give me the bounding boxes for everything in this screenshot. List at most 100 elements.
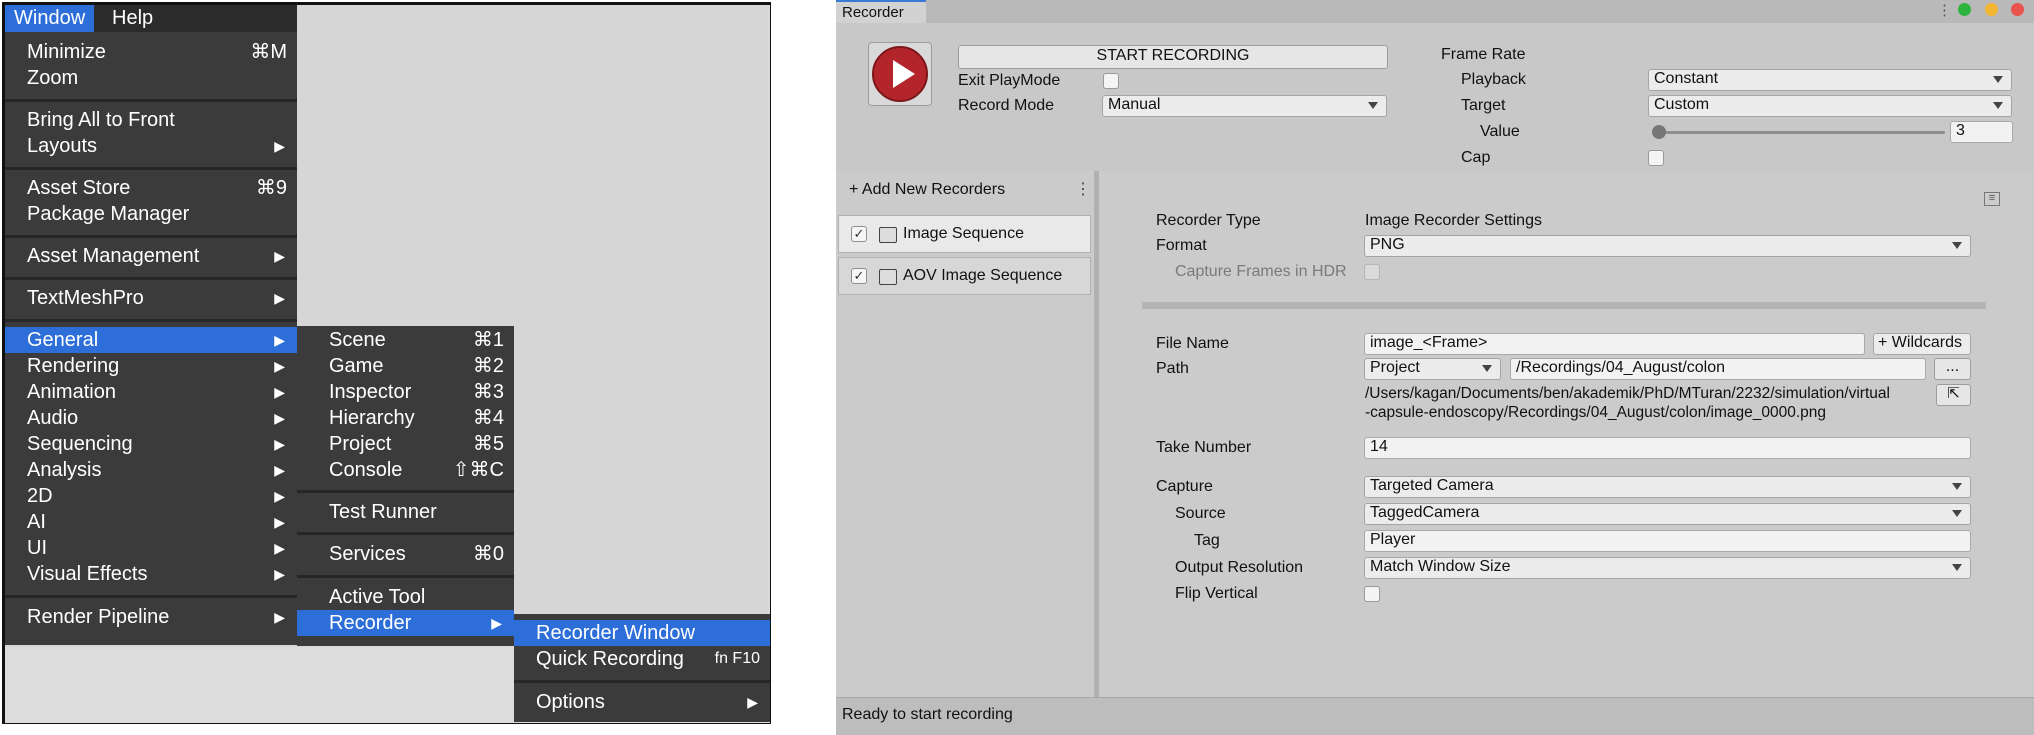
shortcut-label: ⌘5 (472, 433, 504, 455)
play-icon (872, 46, 928, 102)
menu-item-services[interactable]: Services ⌘0 (297, 541, 514, 567)
open-folder-icon[interactable]: ⇱ (1936, 384, 1971, 406)
tab-recorder[interactable]: Recorder (836, 0, 926, 23)
path-root-dropdown[interactable]: Project (1364, 358, 1501, 380)
output-resolution-label: Output Resolution (1175, 559, 1304, 576)
capture-dropdown[interactable]: Targeted Camera (1364, 476, 1971, 498)
format-label: Format (1156, 237, 1207, 254)
chevron-down-icon (1482, 365, 1492, 372)
minimize-icon[interactable] (1985, 3, 1998, 16)
value-slider-handle[interactable] (1652, 125, 1666, 139)
value-label: Value (1480, 123, 1520, 140)
menu-item-audio[interactable]: Audio ▶ (5, 405, 297, 431)
capture-hdr-checkbox[interactable] (1364, 264, 1380, 280)
menu-item-game[interactable]: Game ⌘2 (297, 353, 514, 379)
cap-label: Cap (1461, 149, 1491, 166)
menu-window[interactable]: Window (5, 5, 95, 32)
menu-item-textmeshpro[interactable]: TextMeshPro ▶ (5, 285, 297, 311)
path-input[interactable]: /Recordings/04_August/colon (1510, 358, 1926, 380)
recorder-enable-checkbox[interactable]: ✓ (851, 226, 867, 242)
tag-label: Tag (1194, 532, 1220, 549)
menu-item-2d[interactable]: 2D ▶ (5, 483, 297, 509)
record-mode-dropdown[interactable]: Manual (1102, 95, 1387, 117)
menu-item-sequencing[interactable]: Sequencing ▶ (5, 431, 297, 457)
submenu-arrow-icon: ▶ (274, 248, 285, 264)
wildcards-dropdown[interactable]: + Wildcards (1873, 333, 1971, 355)
full-path-line-1: /Users/kagan/Documents/ben/akademik/PhD/… (1365, 385, 1890, 402)
menu-item-render-pipeline[interactable]: Render Pipeline ▶ (5, 604, 297, 630)
target-dropdown[interactable]: Custom (1648, 95, 2012, 117)
target-label: Target (1461, 97, 1506, 114)
recorder-item-aov-image-sequence[interactable]: ✓ AOV Image Sequence (838, 257, 1091, 295)
value-number-field[interactable]: 3 (1950, 121, 2013, 143)
flip-vertical-checkbox[interactable] (1364, 586, 1380, 602)
menu-item-recorder-window[interactable]: Recorder Window (514, 620, 770, 646)
close-icon[interactable] (2011, 3, 2024, 16)
menu-item-zoom[interactable]: Zoom (5, 65, 297, 91)
menu-item-analysis[interactable]: Analysis ▶ (5, 457, 297, 483)
menu-item-asset-management[interactable]: Asset Management ▶ (5, 243, 297, 269)
shortcut-label: fn F10 (714, 650, 760, 667)
submenu-arrow-icon: ▶ (274, 566, 285, 582)
menu-item-hierarchy[interactable]: Hierarchy ⌘4 (297, 405, 514, 431)
recorders-options-icon[interactable]: ⋮ (1075, 180, 1091, 200)
shortcut-label: ⌘9 (255, 177, 287, 199)
settings-preset-icon[interactable]: ≡ (1984, 192, 2000, 206)
chevron-down-icon (1952, 510, 1962, 517)
format-dropdown[interactable]: PNG (1364, 235, 1971, 257)
flip-vertical-label: Flip Vertical (1175, 585, 1258, 602)
playback-dropdown[interactable]: Constant (1648, 69, 2012, 91)
menu-item-asset-store[interactable]: Asset Store ⌘9 (5, 175, 297, 201)
menu-item-options[interactable]: Options ▶ (514, 689, 770, 715)
submenu-arrow-icon: ▶ (274, 290, 285, 306)
browse-path-button[interactable]: ... (1934, 358, 1971, 380)
frame-rate-label: Frame Rate (1441, 46, 1526, 63)
source-label: Source (1175, 505, 1226, 522)
menu-item-animation[interactable]: Animation ▶ (5, 379, 297, 405)
menu-item-minimize[interactable]: Minimize ⌘M (5, 39, 297, 65)
maximize-icon[interactable] (1958, 3, 1971, 16)
menu-item-scene[interactable]: Scene ⌘1 (297, 327, 514, 353)
cap-checkbox[interactable] (1648, 150, 1664, 166)
menu-help[interactable]: Help (103, 5, 162, 32)
chevron-down-icon (1952, 483, 1962, 490)
tag-input[interactable]: Player (1364, 530, 1971, 552)
source-dropdown[interactable]: TaggedCamera (1364, 503, 1971, 525)
shortcut-label: ⌘1 (472, 329, 504, 351)
recorder-item-image-sequence[interactable]: ✓ Image Sequence (838, 215, 1091, 253)
value-slider-track[interactable] (1657, 131, 1945, 134)
menu-item-rendering[interactable]: Rendering ▶ (5, 353, 297, 379)
submenu-arrow-icon: ▶ (274, 358, 285, 374)
menu-item-project[interactable]: Project ⌘5 (297, 431, 514, 457)
file-name-input[interactable]: image_<Frame> (1364, 333, 1865, 355)
image-icon (879, 227, 897, 243)
record-toggle-button[interactable] (868, 42, 932, 106)
menu-item-active-tool[interactable]: Active Tool (297, 584, 514, 610)
submenu-arrow-icon: ▶ (491, 615, 502, 631)
section-divider (1142, 302, 1986, 309)
menu-item-package-manager[interactable]: Package Manager (5, 201, 297, 227)
recorder-enable-checkbox[interactable]: ✓ (851, 268, 867, 284)
submenu-arrow-icon: ▶ (274, 462, 285, 478)
menu-item-general[interactable]: General ▶ (5, 327, 297, 353)
start-recording-button[interactable]: START RECORDING (958, 45, 1388, 69)
add-new-recorders-button[interactable]: + Add New Recorders (849, 180, 1005, 200)
menu-item-console[interactable]: Console ⇧⌘C (297, 457, 514, 483)
more-options-icon[interactable]: ⋮ (1937, 2, 1952, 20)
menu-item-bring-all-to-front[interactable]: Bring All to Front (5, 107, 297, 133)
menu-separator (514, 680, 770, 683)
menu-item-ui[interactable]: UI ▶ (5, 535, 297, 561)
menu-item-ai[interactable]: AI ▶ (5, 509, 297, 535)
menu-item-layouts[interactable]: Layouts ▶ (5, 133, 297, 159)
menu-separator (5, 319, 297, 322)
output-resolution-dropdown[interactable]: Match Window Size (1364, 557, 1971, 579)
submenu-arrow-icon: ▶ (274, 609, 285, 625)
take-number-input[interactable]: 14 (1364, 437, 1971, 459)
chevron-down-icon (1952, 242, 1962, 249)
menu-item-recorder[interactable]: Recorder ▶ (297, 610, 514, 636)
menu-item-visual-effects[interactable]: Visual Effects ▶ (5, 561, 297, 587)
menu-item-quick-recording[interactable]: Quick Recording fn F10 (514, 646, 770, 672)
exit-playmode-checkbox[interactable] (1103, 73, 1119, 89)
menu-item-test-runner[interactable]: Test Runner (297, 499, 514, 525)
menu-item-inspector[interactable]: Inspector ⌘3 (297, 379, 514, 405)
